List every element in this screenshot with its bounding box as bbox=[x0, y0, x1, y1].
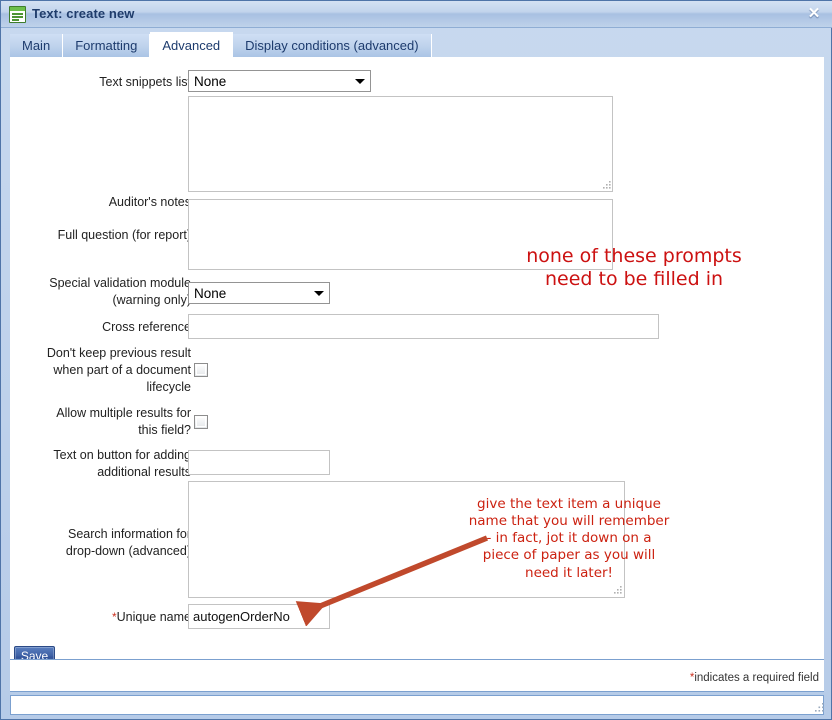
label-text-snippets-list: Text snippets list bbox=[99, 75, 191, 89]
form-pane: Text snippets list None Auditor's notes … bbox=[10, 57, 824, 659]
tab-formatting[interactable]: Formatting bbox=[63, 34, 151, 57]
label-unique-name: *Unique name bbox=[11, 609, 191, 626]
auditors-notes-textarea[interactable] bbox=[188, 96, 613, 192]
label-full-question: Full question (for report) bbox=[57, 228, 191, 242]
label-auditors-notes: Auditor's notes bbox=[108, 195, 191, 209]
tab-advanced[interactable]: Advanced bbox=[150, 32, 234, 57]
window-resize-grip-icon[interactable] bbox=[813, 702, 825, 714]
label-dont-keep-previous-result: Don't keep previous result when part of … bbox=[46, 346, 191, 394]
full-question-textarea[interactable] bbox=[188, 199, 613, 270]
tab-bar: Main Formatting Advanced Display conditi… bbox=[10, 32, 432, 57]
label-cross-reference: Cross reference bbox=[102, 320, 191, 334]
unique-name-label-text: Unique name bbox=[116, 610, 191, 624]
cross-reference-input[interactable] bbox=[188, 314, 659, 339]
dont-keep-previous-result-checkbox[interactable] bbox=[194, 363, 208, 377]
label-search-information: Search information for drop-down (advanc… bbox=[65, 527, 191, 558]
tab-main[interactable]: Main bbox=[10, 34, 64, 57]
special-validation-module-select[interactable]: None bbox=[188, 282, 330, 304]
unique-name-input[interactable] bbox=[188, 604, 330, 629]
label-special-validation-module: Special validation module (warning only) bbox=[49, 276, 191, 307]
required-note-text: indicates a required field bbox=[694, 672, 819, 684]
form-window-icon bbox=[9, 6, 26, 23]
title-bar: Text: create new ✕ bbox=[1, 1, 832, 28]
window-title: Text: create new bbox=[32, 6, 135, 21]
search-information-textarea[interactable] bbox=[188, 481, 625, 598]
close-icon[interactable]: ✕ bbox=[802, 3, 826, 25]
tab-display-conditions[interactable]: Display conditions (advanced) bbox=[233, 34, 432, 57]
text-on-button-input[interactable] bbox=[188, 450, 330, 475]
bottom-bar bbox=[10, 695, 824, 715]
allow-multiple-results-checkbox[interactable] bbox=[194, 415, 208, 429]
required-field-note: *indicates a required field bbox=[690, 672, 819, 684]
label-allow-multiple-results: Allow multiple results for this field? bbox=[56, 406, 191, 437]
dialog-window: Text: create new ✕ Main Formatting Advan… bbox=[0, 0, 832, 720]
label-text-on-button: Text on button for adding additional res… bbox=[53, 448, 191, 479]
text-snippets-list-select[interactable]: None bbox=[188, 70, 371, 92]
